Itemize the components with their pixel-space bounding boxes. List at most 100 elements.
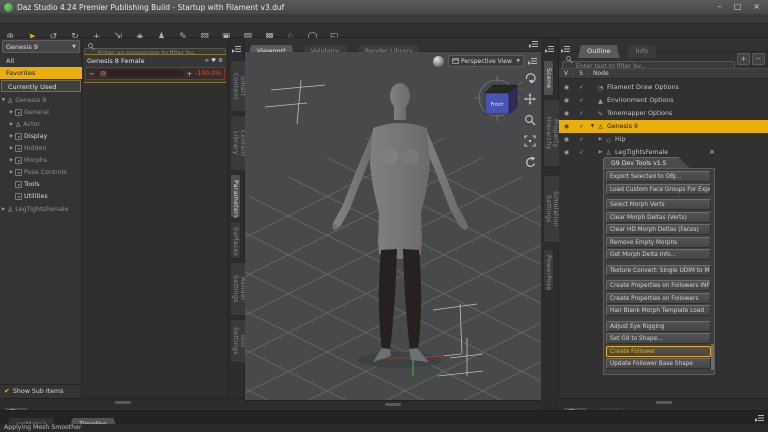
expand-open-icon[interactable]: ▼ bbox=[589, 124, 596, 129]
panel-menu-icon[interactable] bbox=[529, 40, 538, 48]
window-title: Daz Studio 4.24 Premier Publishing Build… bbox=[17, 3, 284, 12]
node-row-environment-options[interactable]: ◉ ✓ ▲ Environment Options bbox=[559, 94, 768, 107]
minimize-button[interactable]: – bbox=[718, 0, 722, 14]
expand-closed-icon[interactable]: ▶ bbox=[8, 158, 15, 163]
tree-item-genesis9[interactable]: ▼ ♙ Genesis 9 bbox=[0, 95, 82, 107]
selectability-icon[interactable]: ✓ bbox=[579, 110, 584, 117]
tree-item-hidden[interactable]: ▶ Hidden bbox=[0, 143, 82, 155]
show-sub-items-checkbox[interactable]: ✔ Show Sub Items bbox=[0, 384, 82, 397]
g9-button-export-obj[interactable]: Export Selected to OBJ... bbox=[606, 171, 711, 182]
visibility-eye-icon[interactable]: ◉ bbox=[564, 84, 569, 91]
drawstyle-sphere-icon[interactable] bbox=[433, 56, 444, 67]
visibility-eye-icon[interactable]: ◉ bbox=[564, 123, 569, 130]
viewport-canvas[interactable]: Front Perspective View ▼ bbox=[245, 52, 541, 400]
orbit-view-icon[interactable] bbox=[524, 72, 536, 84]
g9-button-create-props-followers-info[interactable]: Create Properties on Followers INFO bbox=[606, 280, 711, 291]
visibility-eye-icon[interactable]: ◉ bbox=[564, 149, 569, 156]
zoom-view-icon[interactable] bbox=[524, 114, 536, 126]
expand-closed-icon[interactable]: ▶ bbox=[8, 134, 15, 139]
dock-resize-handle[interactable] bbox=[115, 401, 131, 404]
filter-currently-used[interactable]: Currently Used bbox=[1, 80, 81, 92]
expand-closed-icon[interactable]: ▶ bbox=[8, 170, 15, 175]
close-icon[interactable]: × bbox=[709, 148, 715, 156]
panel-menu-icon[interactable] bbox=[232, 45, 241, 53]
tree-item-pose-controls[interactable]: ▶ Pose Controls bbox=[0, 167, 82, 179]
panel-menu-icon[interactable] bbox=[755, 414, 764, 422]
tonemapper-icon: ✎ bbox=[596, 110, 605, 118]
expand-closed-icon[interactable]: ▶ bbox=[0, 207, 7, 212]
main-toolbar: ⊕ ➤ ↺ ↻ + ⇲ ◈ ♟ ✎ ▧ ▣ ▨ ▩ ♘ ◯ ◱ bbox=[0, 24, 768, 38]
g9-button-remove-empty-morphs[interactable]: Remove Empty Morphs bbox=[606, 237, 711, 248]
dock-resize-handle[interactable] bbox=[385, 403, 401, 406]
selectability-icon[interactable]: ✓ bbox=[579, 84, 584, 91]
expand-closed-icon[interactable]: ▶ bbox=[8, 122, 15, 127]
tree-item-legtightsfemale[interactable]: ▶ ♙ LegTightsFemale bbox=[0, 204, 82, 216]
expand-closed-icon[interactable]: ▶ bbox=[597, 137, 604, 142]
panel-menu-icon[interactable] bbox=[561, 45, 570, 53]
gear-icon[interactable]: ⚙ bbox=[218, 58, 223, 64]
node-row-tonemapper-options[interactable]: ◉ ✓ ✎ Tonemapper Options bbox=[559, 107, 768, 120]
favorite-heart-icon[interactable]: ♥ bbox=[211, 58, 216, 64]
g9-button-create-props-followers[interactable]: Create Properties on Followers bbox=[606, 293, 711, 304]
panel-menu-icon[interactable] bbox=[528, 57, 537, 65]
add-filter-button[interactable]: + bbox=[737, 53, 750, 65]
tab-powerpose[interactable]: PowerPose bbox=[543, 249, 554, 291]
slider-handle[interactable]: 0 bbox=[99, 71, 107, 77]
selectability-icon[interactable]: ✓ bbox=[579, 123, 584, 130]
tree-item-utilities[interactable]: Utilities bbox=[0, 191, 82, 203]
scrollbar-thumb[interactable] bbox=[711, 344, 714, 370]
tree-item-actor[interactable]: ▶ ♙ Actor bbox=[0, 119, 82, 131]
node-row-hip[interactable]: ◉ ✓ ▶ ◇ Hip bbox=[559, 133, 768, 146]
g9-button-texture-convert[interactable]: Texture Convert: Single UDIM to Multi bbox=[606, 265, 711, 276]
reset-view-icon[interactable] bbox=[524, 156, 536, 168]
parameter-slider[interactable]: − 0 + -100.0% bbox=[85, 67, 225, 80]
g9-button-create-follower[interactable]: Create Follower bbox=[606, 346, 711, 357]
slider-plus-button[interactable]: + bbox=[187, 70, 192, 78]
tab-surfaces[interactable]: Surfaces bbox=[230, 221, 241, 259]
tab-parameters[interactable]: Parameters bbox=[230, 174, 241, 218]
visibility-eye-icon[interactable]: ◉ bbox=[564, 97, 569, 104]
close-button[interactable]: × bbox=[753, 0, 760, 14]
tree-item-general[interactable]: ▶ General bbox=[0, 107, 82, 119]
g9-button-clear-morph-deltas[interactable]: Clear Morph Deltas (Verts) bbox=[606, 212, 711, 223]
frame-view-icon[interactable] bbox=[524, 135, 536, 147]
expand-open-icon[interactable]: ▼ bbox=[0, 98, 7, 103]
remove-filter-button[interactable]: − bbox=[752, 53, 765, 65]
g9-panel-tab[interactable]: G9 Dev Tools v1.5 bbox=[603, 157, 689, 168]
dock-resize-handle[interactable] bbox=[656, 401, 672, 404]
node-row-genesis9[interactable]: ◉ ✓ ▼ ♙ Genesis 9 bbox=[559, 120, 768, 133]
selectability-icon[interactable]: ✓ bbox=[579, 149, 584, 156]
daz-logo-icon bbox=[4, 3, 13, 12]
g9-button-load-face-groups[interactable]: Load Custom Face Groups For Expo bbox=[606, 184, 711, 195]
tab-scene[interactable]: Scene bbox=[543, 60, 554, 96]
slider-track[interactable]: 0 bbox=[97, 70, 183, 77]
slider-minus-button[interactable]: − bbox=[89, 70, 94, 78]
camera-selector-dropdown[interactable]: Perspective View ▼ bbox=[448, 55, 524, 67]
link-icon[interactable]: ∞ bbox=[205, 58, 210, 64]
g9-button-update-follower-base[interactable]: Update Follower Base Shape bbox=[606, 358, 711, 369]
filter-favorites[interactable]: Favorites bbox=[0, 67, 82, 79]
tree-item-display[interactable]: ▶ Display bbox=[0, 131, 82, 143]
filter-all[interactable]: All bbox=[0, 55, 82, 67]
tree-item-morphs[interactable]: ▶ Morphs bbox=[0, 155, 82, 167]
pan-view-icon[interactable] bbox=[524, 93, 536, 105]
g9-button-get-morph-delta-info[interactable]: Get Morph Delta Info... bbox=[606, 249, 711, 260]
panel-menu-icon[interactable] bbox=[545, 45, 554, 53]
search-icon bbox=[566, 56, 571, 61]
g9-button-hair-blank-morph[interactable]: Hair Blank Morph Template Load bbox=[606, 305, 711, 316]
parameters-pane: Genesis 8 Female ∞ ♥ ⚙ − 0 + -100.0% bbox=[82, 38, 228, 398]
g9-button-select-morph-verts[interactable]: Select Morph Verts bbox=[606, 199, 711, 210]
visibility-eye-icon[interactable]: ◉ bbox=[564, 136, 569, 143]
selectability-icon[interactable]: ✓ bbox=[579, 136, 584, 143]
g9-button-adjust-eye-rigging[interactable]: Adjust Eye Rigging bbox=[606, 321, 711, 332]
node-row-filament-draw-options[interactable]: ◉ ✓ ◔ Filament Draw Options bbox=[559, 81, 768, 94]
expand-closed-icon[interactable]: ▶ bbox=[8, 146, 15, 151]
maximize-button[interactable]: □ bbox=[734, 0, 742, 14]
visibility-eye-icon[interactable]: ◉ bbox=[564, 110, 569, 117]
selectability-icon[interactable]: ✓ bbox=[579, 97, 584, 104]
tree-item-tools[interactable]: Tools bbox=[0, 179, 82, 191]
preset-dropdown[interactable]: Genesis 9 ▼ bbox=[2, 40, 80, 53]
g9-button-clear-hd-morph-deltas[interactable]: Clear HD Morph Deltas (Faces) bbox=[606, 224, 711, 235]
expand-closed-icon[interactable]: ▶ bbox=[8, 110, 15, 115]
g9-button-set-g9-to-shape[interactable]: Set G9 to Shape... bbox=[606, 333, 711, 344]
